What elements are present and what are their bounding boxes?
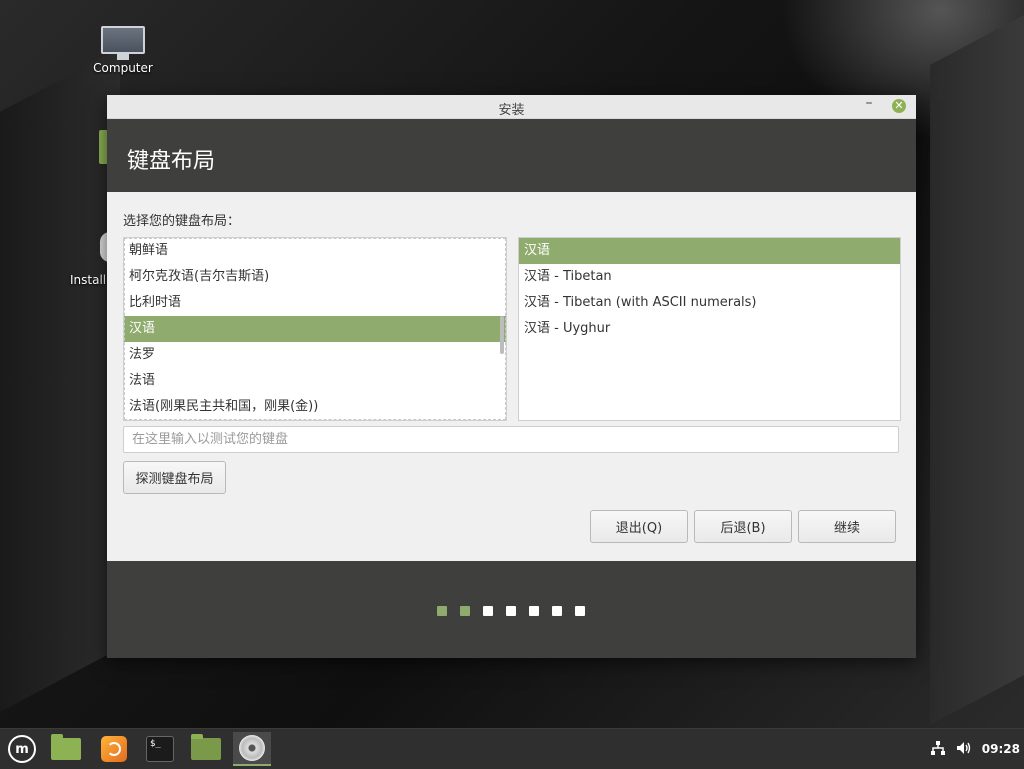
keyboard-test-input[interactable]	[123, 426, 899, 453]
clock[interactable]: 09:28	[982, 742, 1020, 756]
list-item[interactable]: 比利时语	[124, 290, 506, 316]
page-header: 键盘布局	[107, 119, 916, 192]
terminal-launcher[interactable]: $_	[141, 732, 179, 766]
menu-button[interactable]: m	[3, 732, 41, 766]
progress-footer	[107, 561, 916, 658]
list-item[interactable]: 法语	[124, 368, 506, 394]
close-icon: ✕	[894, 99, 904, 112]
terminal-icon: $_	[146, 736, 174, 762]
firefox-launcher[interactable]	[95, 732, 133, 766]
computer-icon	[101, 26, 145, 60]
list-item[interactable]: 法语(刚果民主共和国，刚果(金))	[124, 394, 506, 420]
detect-layout-button[interactable]: 探测键盘布局	[123, 461, 226, 494]
wallpaper-shape	[930, 15, 1024, 725]
progress-indicator	[437, 605, 598, 616]
list-item[interactable]: 柯尔克孜语(吉尔吉斯语)	[124, 264, 506, 290]
folder-icon	[191, 734, 221, 760]
list-item[interactable]: 汉语 - Tibetan	[519, 264, 900, 290]
window-titlebar[interactable]: 安装 – ✕	[107, 95, 916, 119]
layout-list[interactable]: 朝鲜语 柯尔克孜语(吉尔吉斯语) 比利时语 汉语 法罗 法语 法语(刚果民主共和国，刚果(金…	[123, 237, 507, 421]
list-item[interactable]: 汉语 - Tibetan (with ASCII numerals)	[519, 290, 900, 316]
progress-step-dot	[460, 606, 470, 616]
disc-icon	[239, 735, 265, 761]
desktop-icon-computer[interactable]: Computer	[88, 26, 158, 75]
window-title: 安装	[498, 103, 525, 118]
firefox-icon	[101, 736, 127, 762]
list-item[interactable]: 法罗	[124, 342, 506, 368]
close-button[interactable]: ✕	[892, 99, 906, 113]
progress-step-dot	[483, 606, 493, 616]
mint-menu-icon: m	[8, 735, 36, 763]
variant-list[interactable]: 汉语 汉语 - Tibetan 汉语 - Tibetan (with ASCII n…	[518, 237, 901, 421]
network-icon[interactable]	[930, 740, 946, 759]
list-item[interactable]: 汉语	[519, 238, 900, 264]
progress-step-dot	[437, 606, 447, 616]
taskbar: m $_ 09:28	[0, 728, 1024, 769]
quit-button[interactable]: 退出(Q)	[590, 510, 688, 543]
page-content: 选择您的键盘布局： 朝鲜语 柯尔克孜语(吉尔吉斯语) 比利时语 汉语 法罗 法语 法语(刚果…	[107, 192, 916, 562]
back-button[interactable]: 后退(B)	[694, 510, 792, 543]
files-launcher[interactable]	[187, 732, 225, 766]
system-tray: 09:28	[930, 729, 1024, 769]
scrollbar-thumb[interactable]	[500, 316, 504, 354]
minimize-button[interactable]: –	[862, 96, 876, 114]
show-desktop-button[interactable]	[47, 732, 85, 766]
desktop-icon-label: Install	[70, 273, 107, 287]
list-item[interactable]: 汉语	[124, 316, 506, 342]
continue-button[interactable]: 继续	[798, 510, 896, 543]
progress-step-dot	[552, 606, 562, 616]
layout-prompt: 选择您的键盘布局：	[123, 214, 241, 229]
installer-taskbar-item[interactable]	[233, 732, 271, 766]
progress-step-dot	[529, 606, 539, 616]
desktop-icon-install[interactable]: Install	[70, 273, 106, 287]
list-item[interactable]: 汉语 - Uyghur	[519, 316, 900, 342]
list-item[interactable]: 朝鲜语	[124, 238, 506, 264]
volume-icon[interactable]	[956, 740, 972, 759]
show-desktop-icon	[51, 734, 81, 760]
desktop-icon-label: Computer	[93, 61, 153, 75]
progress-step-dot	[575, 606, 585, 616]
progress-step-dot	[506, 606, 516, 616]
page-title: 键盘布局	[127, 149, 216, 174]
installer-window: 安装 – ✕ 键盘布局 选择您的键盘布局： 朝鲜语 柯尔克孜语(吉尔吉斯语) 比利时…	[107, 95, 916, 658]
minimize-icon: –	[865, 95, 873, 111]
